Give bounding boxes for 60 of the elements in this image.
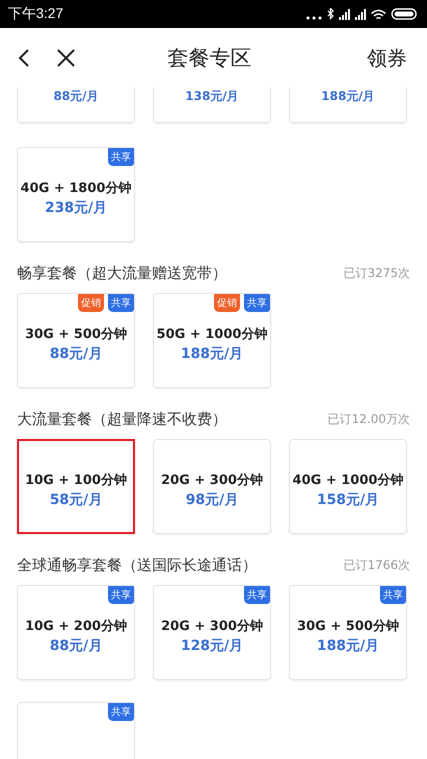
plan-price: 88元/月: [50, 344, 102, 362]
signal-icon: [355, 9, 366, 20]
plan-card[interactable]: 20G + 300分钟 98元/月: [153, 439, 271, 534]
plan-price: 128元/月: [180, 636, 244, 654]
tag-badge: 共享: [108, 148, 134, 166]
coupon-button[interactable]: 领券: [367, 44, 407, 72]
plan-name: 30G + 500分钟: [25, 326, 127, 342]
plan-card[interactable]: 88元/月: [17, 88, 135, 123]
wifi-icon: [371, 9, 386, 20]
battery-icon: [391, 8, 417, 20]
order-count: 已订12.00万次: [328, 411, 410, 428]
plan-price: 88元/月: [53, 88, 99, 105]
plan-card[interactable]: 138元/月: [153, 88, 271, 123]
plan-card[interactable]: 共享 10G + 200分钟 88元/月: [17, 585, 135, 680]
plan-price: 58元/月: [50, 490, 102, 508]
plan-card[interactable]: 10G + 100分钟 58元/月: [17, 439, 135, 534]
bluetooth-icon: [327, 8, 334, 20]
plan-name: 10G + 200分钟: [25, 618, 127, 634]
plan-name: 20G + 300分钟: [161, 618, 263, 634]
plan-card[interactable]: 40G + 1000分钟 158元/月: [289, 439, 407, 534]
section-title: 大流量套餐（超量降速不收费）: [17, 410, 227, 429]
plan-price: 238元/月: [44, 198, 108, 216]
tag-badge: 促销: [78, 294, 104, 312]
plan-price: 188元/月: [321, 88, 375, 105]
plan-price: 138元/月: [185, 88, 239, 105]
plan-card[interactable]: 促销 共享 30G + 500分钟 88元/月: [17, 293, 135, 388]
plan-price: 188元/月: [180, 344, 244, 362]
back-icon[interactable]: [18, 48, 30, 68]
plan-card[interactable]: 共享 30G + 500分钟 188元/月: [289, 585, 407, 680]
plan-name: 40G + 1000分钟: [292, 472, 404, 488]
plan-price: 158元/月: [316, 490, 380, 508]
tag-badge: 共享: [244, 294, 270, 312]
tag-badge: 共享: [244, 586, 270, 604]
tag-badge: 共享: [380, 586, 406, 604]
plan-card[interactable]: 共享 40G + 1800分钟 238元/月: [17, 147, 135, 242]
plan-price: 88元/月: [50, 636, 102, 654]
signal-icon: [339, 9, 350, 20]
plan-name: 40G + 1800分钟: [20, 180, 132, 196]
tag-badge: 促销: [214, 294, 240, 312]
tag-badge: 共享: [108, 294, 134, 312]
page-title: 套餐专区: [166, 45, 252, 72]
plan-card[interactable]: 促销 共享 50G + 1000分钟 188元/月: [153, 293, 271, 388]
more-dots-icon: [306, 16, 322, 20]
plan-card[interactable]: 共享: [17, 702, 135, 759]
plan-card[interactable]: 共享 20G + 300分钟 128元/月: [153, 585, 271, 680]
status-time: 下午3:27: [8, 5, 64, 23]
section-title: 全球通畅享套餐（送国际长途通话）: [17, 556, 257, 575]
plan-name: 50G + 1000分钟: [156, 326, 268, 342]
plan-price: 98元/月: [186, 490, 238, 508]
tag-badge: 共享: [108, 703, 134, 721]
plan-card[interactable]: 188元/月: [289, 88, 407, 123]
order-count: 已订1766次: [343, 557, 410, 574]
plan-name: 20G + 300分钟: [161, 472, 263, 488]
plan-name: 30G + 500分钟: [297, 618, 399, 634]
order-count: 已订3275次: [343, 265, 410, 282]
section-title: 畅享套餐（超大流量赠送宽带）: [17, 264, 227, 283]
plan-price: 188元/月: [316, 636, 380, 654]
tag-badge: 共享: [108, 586, 134, 604]
plan-name: 10G + 100分钟: [25, 472, 127, 488]
close-icon[interactable]: [56, 48, 76, 68]
